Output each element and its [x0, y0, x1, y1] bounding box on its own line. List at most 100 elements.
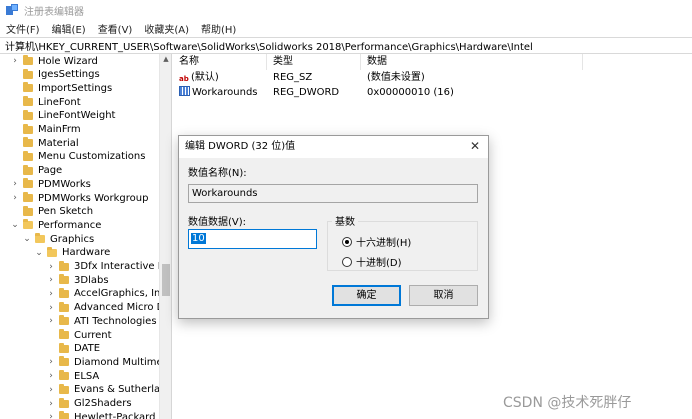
value-type: REG_SZ: [273, 72, 313, 83]
tree-item-label: Gl2Shaders: [74, 398, 132, 409]
chevron-down-icon[interactable]: ⌄: [10, 220, 20, 230]
tree-item[interactable]: ⌄ Graphics: [22, 232, 94, 246]
folder-icon: [23, 55, 33, 65]
chevron-right-icon[interactable]: ›: [46, 262, 56, 272]
folder-icon: [59, 315, 69, 326]
scroll-up-arrow-icon[interactable]: ▲: [160, 55, 172, 63]
column-header-data[interactable]: 数据: [361, 54, 583, 70]
tree-item[interactable]: ImportSettings: [10, 81, 112, 95]
radio-hex[interactable]: 十六进制(H): [342, 234, 411, 249]
tree-scrollbar[interactable]: ▲: [159, 54, 171, 419]
ok-button[interactable]: 确定: [332, 285, 401, 306]
chevron-right-icon[interactable]: ›: [46, 385, 56, 395]
radio-dec-label: 十进制(D): [356, 258, 402, 269]
folder-icon: [23, 164, 33, 175]
chevron-right-icon[interactable]: ›: [46, 316, 56, 326]
radio-dec[interactable]: 十进制(D): [342, 254, 402, 269]
tree-item[interactable]: › 3Dlabs: [46, 273, 109, 287]
window-title: 注册表编辑器: [24, 6, 84, 18]
tree-item[interactable]: LineFontWeight: [10, 109, 115, 123]
tree-item[interactable]: › ATI Technologies: [46, 314, 157, 328]
tree-item[interactable]: › 3Dfx Interactive In: [46, 260, 167, 274]
tree-item[interactable]: › Evans & Sutherlan: [46, 383, 167, 397]
folder-icon: [59, 274, 69, 285]
value-data-label: 数值数据(V):: [188, 217, 247, 228]
tree-item-label: MainFrm: [38, 124, 81, 135]
tree-item-label: 3Dfx Interactive In: [74, 261, 168, 272]
tree-item-label: LineFontWeight: [38, 110, 116, 122]
cancel-button[interactable]: 取消: [409, 285, 478, 306]
tree-item[interactable]: › AccelGraphics, Inc: [46, 287, 166, 301]
tree-item[interactable]: LineFont: [10, 95, 81, 109]
folder-icon: [59, 329, 69, 339]
chevron-right-icon[interactable]: ›: [46, 275, 56, 285]
list-row-default[interactable]: ab (默认) REG_SZ (数值未设置): [173, 70, 583, 85]
folder-icon: [59, 356, 69, 367]
chevron-down-icon[interactable]: ⌄: [34, 248, 44, 258]
tree-item-label: Hewlett-Packard C: [74, 411, 166, 419]
tree-item-label: Diamond Multime: [74, 356, 163, 368]
tree-item[interactable]: Page: [10, 164, 62, 178]
tree-item[interactable]: ⌄ Performance: [10, 218, 101, 232]
folder-icon: [35, 233, 45, 244]
tree-item-label: ATI Technologies: [74, 315, 157, 327]
edit-dword-dialog: 编辑 DWORD (32 位)值 ✕ 数值名称(N): Workarounds …: [178, 135, 489, 319]
chevron-right-icon[interactable]: ›: [46, 357, 56, 367]
tree-item[interactable]: Current: [46, 328, 112, 342]
tree-item-label: Hole Wizard: [38, 55, 98, 67]
tree-item[interactable]: › PDMWorks: [10, 177, 91, 191]
chevron-right-icon[interactable]: ›: [46, 371, 56, 381]
value-data-input[interactable]: 10: [188, 229, 317, 249]
radio-dec-dot[interactable]: [342, 256, 352, 267]
menu-file[interactable]: 文件(F): [6, 21, 40, 36]
radio-hex-dot[interactable]: [342, 236, 352, 247]
tree-item[interactable]: Pen Sketch: [10, 205, 93, 219]
tree-item[interactable]: › Hewlett-Packard C: [46, 410, 166, 419]
tree-item[interactable]: › Diamond Multime: [46, 355, 163, 369]
menu-favorites[interactable]: 收藏夹(A): [144, 21, 189, 36]
folder-icon: [23, 123, 33, 134]
tree-item[interactable]: Material: [10, 136, 79, 150]
chevron-right-icon[interactable]: ›: [46, 289, 56, 299]
chevron-right-icon[interactable]: ›: [10, 179, 20, 189]
tree-item-label: ImportSettings: [38, 82, 113, 94]
address-bar[interactable]: 计算机\HKEY_CURRENT_USER\Software\SolidWork…: [0, 37, 692, 54]
menu-edit[interactable]: 编辑(E): [52, 21, 86, 36]
tree-item[interactable]: IgesSettings: [10, 68, 100, 82]
tree-item-label: 3Dlabs: [74, 274, 109, 286]
folder-icon: [23, 137, 33, 148]
tree-item[interactable]: › Hole Wizard: [10, 54, 98, 68]
folder-icon: [47, 246, 57, 257]
chevron-down-icon[interactable]: ⌄: [22, 234, 32, 244]
chevron-right-icon[interactable]: ›: [10, 56, 20, 66]
chevron-right-icon[interactable]: ›: [46, 412, 56, 419]
registry-tree: › Hole Wizard IgesSettings ImportSettings Li…: [0, 54, 172, 419]
tree-item[interactable]: › Gl2Shaders: [46, 397, 132, 411]
tree-item-label: Pen Sketch: [38, 206, 94, 218]
close-icon[interactable]: ✕: [470, 139, 480, 153]
tree-item[interactable]: › Advanced Micro D: [46, 301, 164, 315]
column-header-type[interactable]: 类型: [267, 54, 361, 70]
list-row-workarounds[interactable]: Workarounds REG_DWORD 0x00000010 (16): [173, 85, 583, 100]
title-bar: 注册表编辑器: [0, 0, 692, 20]
tree-item[interactable]: › PDMWorks Workgroup: [10, 191, 148, 205]
tree-item[interactable]: › ELSA: [46, 369, 99, 383]
reg-dword-icon: [179, 86, 190, 96]
tree-item[interactable]: DATE: [46, 342, 100, 356]
dialog-body: 数值名称(N): Workarounds 数值数据(V): 10 基数 十六进制…: [179, 158, 488, 318]
menu-help[interactable]: 帮助(H): [201, 21, 236, 36]
tree-item[interactable]: MainFrm: [10, 123, 81, 137]
tree-item[interactable]: ⌄ Hardware: [34, 246, 110, 260]
chevron-right-icon[interactable]: ›: [46, 303, 56, 313]
reg-sz-icon: ab: [179, 75, 189, 83]
chevron-right-icon[interactable]: ›: [10, 193, 20, 203]
scrollbar-thumb[interactable]: [162, 264, 170, 296]
column-header-name[interactable]: 名称: [173, 54, 267, 70]
menu-view[interactable]: 查看(V): [98, 21, 133, 36]
folder-icon: [59, 342, 69, 353]
folder-icon: [59, 260, 69, 271]
chevron-right-icon[interactable]: ›: [46, 399, 56, 409]
tree-item-label: Evans & Sutherlan: [74, 384, 167, 396]
tree-item-label: Menu Customizations: [38, 151, 146, 163]
tree-item[interactable]: Menu Customizations: [10, 150, 145, 164]
